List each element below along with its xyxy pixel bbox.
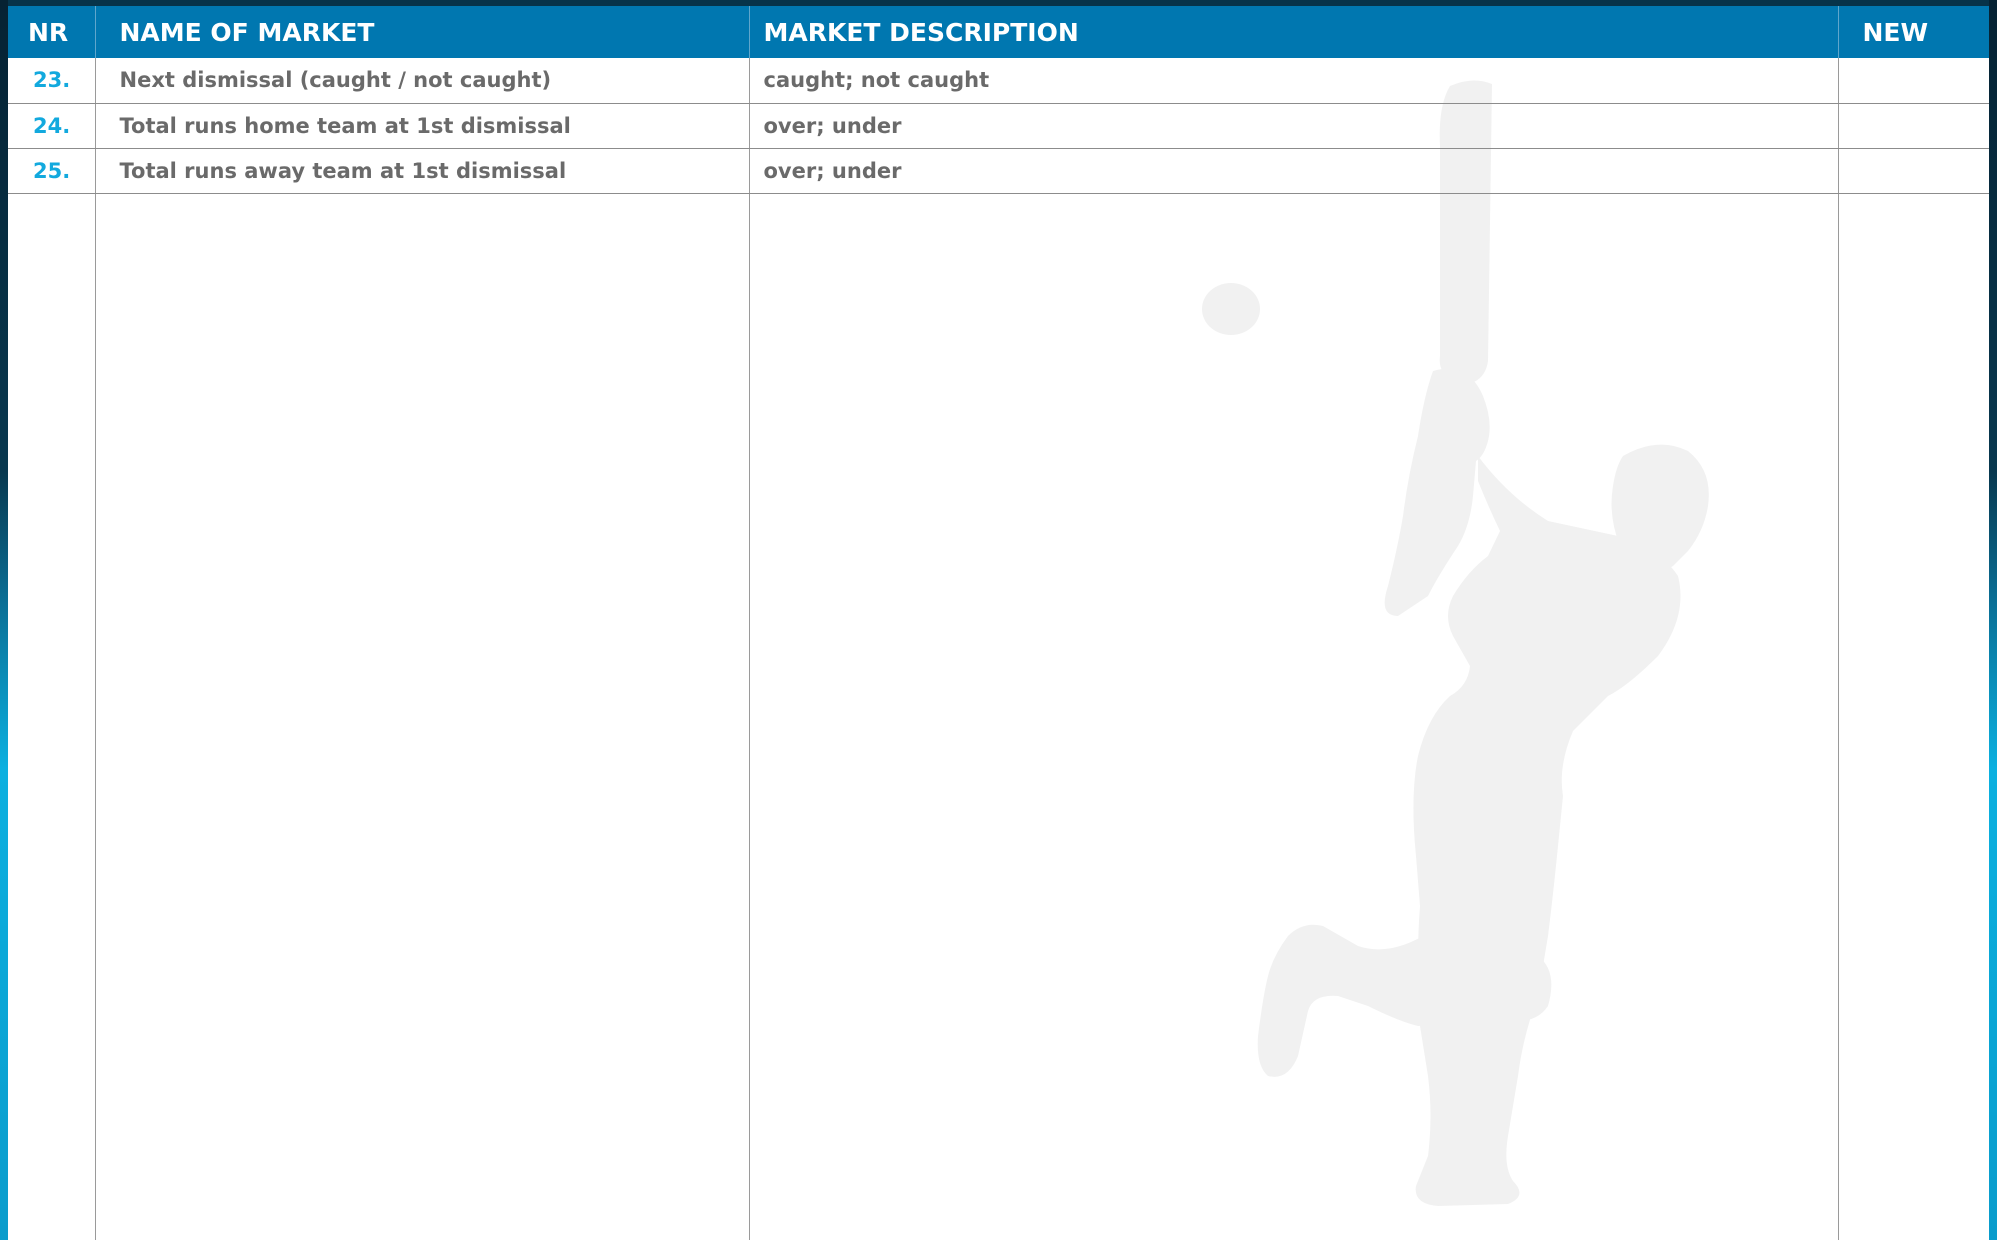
market-name: Total runs home team at 1st dismissal [95, 103, 750, 149]
frame-right-border [1989, 0, 1997, 1240]
market-description: caught; not caught [749, 58, 1839, 104]
table-header-row: NR NAME OF MARKET MARKET DESCRIPTION NEW [8, 6, 1989, 58]
table-row: 25. Total runs away team at 1st dismissa… [8, 148, 1989, 194]
market-new-flag [1838, 103, 1989, 149]
column-header-new: NEW [1862, 17, 1929, 47]
row-number: 23. [8, 58, 96, 104]
market-name: Next dismissal (caught / not caught) [95, 58, 750, 104]
empty-table-area [8, 193, 1989, 1240]
empty-cell-description [749, 193, 1839, 1240]
column-header-name: NAME OF MARKET [95, 6, 750, 58]
market-description: over; under [749, 103, 1839, 149]
market-new-flag [1838, 148, 1989, 194]
market-name: Total runs away team at 1st dismissal [95, 148, 750, 194]
empty-cell-name [95, 193, 750, 1240]
market-description: over; under [749, 148, 1839, 194]
market-sheet: NR NAME OF MARKET MARKET DESCRIPTION NEW… [8, 6, 1989, 1240]
table-row: 23. Next dismissal (caught / not caught)… [8, 58, 1989, 104]
market-new-flag [1838, 58, 1989, 104]
empty-cell-new [1838, 193, 1989, 1240]
column-header-description: MARKET DESCRIPTION [749, 6, 1839, 58]
row-number: 24. [8, 103, 96, 149]
column-header-nr: NR [8, 6, 96, 58]
markets-table: NR NAME OF MARKET MARKET DESCRIPTION NEW… [8, 6, 1989, 1240]
row-number: 25. [8, 148, 96, 194]
table-row: 24. Total runs home team at 1st dismissa… [8, 103, 1989, 149]
empty-cell-nr [8, 193, 96, 1240]
frame-left-border [0, 0, 8, 1240]
